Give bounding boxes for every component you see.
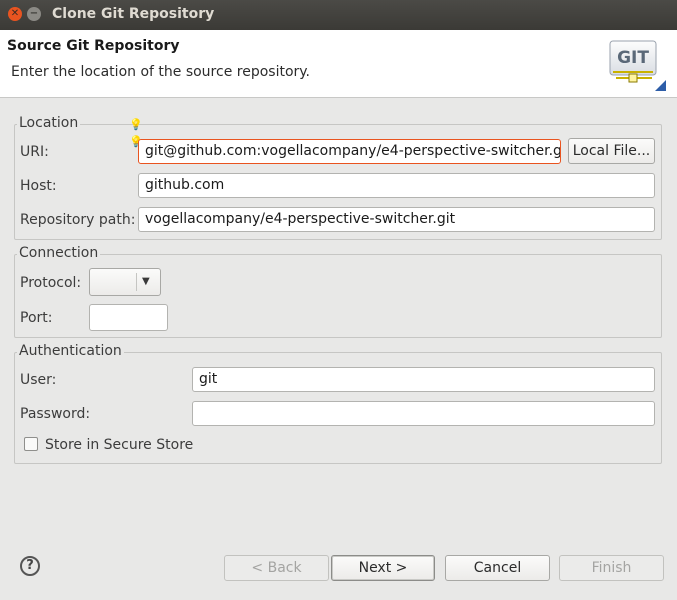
location-legend: Location — [17, 115, 81, 131]
host-input[interactable]: github.com — [138, 173, 655, 198]
password-label: Password: — [20, 406, 91, 422]
store-secure-label[interactable]: Store in Secure Store — [45, 437, 193, 453]
password-input[interactable] — [192, 401, 655, 426]
uri-label: URI: — [20, 144, 49, 160]
next-button[interactable]: Next > — [331, 555, 435, 581]
title-bar: ✕ − Clone Git Repository — [0, 0, 677, 30]
chevron-down-icon[interactable]: ▼ — [142, 276, 150, 287]
port-label: Port: — [20, 310, 53, 326]
protocol-dropdown[interactable]: ▼ — [89, 268, 161, 296]
authentication-legend: Authentication — [17, 343, 124, 359]
page-title: Source Git Repository — [7, 38, 180, 54]
git-logo-text: GIT — [617, 48, 649, 68]
user-input[interactable]: git — [192, 367, 655, 392]
protocol-label: Protocol: — [20, 275, 82, 291]
store-secure-checkbox[interactable] — [24, 437, 38, 451]
page-description: Enter the location of the source reposit… — [11, 64, 311, 80]
info-decoration-icon: 💡 — [129, 118, 143, 131]
finish-button[interactable]: Finish — [559, 555, 664, 581]
close-window-button[interactable]: ✕ — [8, 7, 22, 21]
git-logo-icon: GIT — [609, 40, 666, 91]
uri-input[interactable]: git@github.com:vogellacompany/e4-perspec… — [138, 139, 561, 164]
help-icon[interactable]: ? — [20, 556, 40, 576]
port-input[interactable] — [89, 304, 168, 331]
window-title: Clone Git Repository — [52, 6, 215, 22]
back-button[interactable]: < Back — [224, 555, 329, 581]
connection-legend: Connection — [17, 245, 101, 261]
cancel-button[interactable]: Cancel — [445, 555, 550, 581]
minimize-window-button[interactable]: − — [27, 7, 41, 21]
local-file-button[interactable]: Local File... — [568, 138, 655, 164]
repository-path-input[interactable]: vogellacompany/e4-perspective-switcher.g… — [138, 207, 655, 232]
dropdown-separator — [136, 273, 137, 291]
repository-path-label: Repository path: — [20, 212, 136, 228]
user-label: User: — [20, 372, 57, 388]
wizard-header: Source Git Repository Enter the location… — [0, 30, 677, 98]
host-label: Host: — [20, 178, 57, 194]
